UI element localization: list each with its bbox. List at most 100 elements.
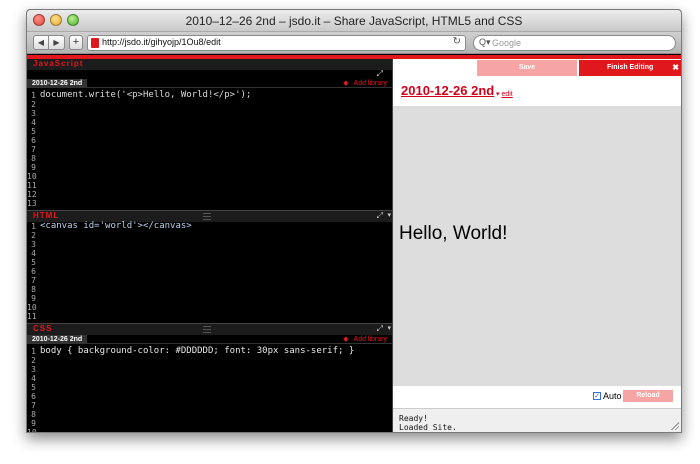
code-line[interactable]: 5 xyxy=(27,258,392,267)
add-library-link[interactable]: ◆ Add library xyxy=(343,79,387,88)
code-line[interactable]: 12 xyxy=(27,190,392,199)
line-number: 4 xyxy=(31,118,36,127)
add-bookmark-button[interactable]: + xyxy=(69,35,83,50)
code-line[interactable]: 2 xyxy=(27,100,392,109)
forward-button[interactable]: ▶ xyxy=(49,35,65,50)
reload-icon[interactable]: ↻ xyxy=(453,36,461,47)
preview-output: Hello, World! xyxy=(393,106,681,386)
code-line[interactable]: 11 xyxy=(27,181,392,190)
javascript-code-editor[interactable]: 1 document.write('<p>Hello, World!</p>');… xyxy=(27,91,392,209)
code-line[interactable]: 3 xyxy=(27,240,392,249)
resize-grip-icon[interactable] xyxy=(203,326,211,333)
search-field[interactable]: Q▾ Google xyxy=(473,35,676,51)
dropdown-arrow-icon: ▾ xyxy=(496,91,500,98)
code-line[interactable]: 6 xyxy=(27,392,392,401)
code-line[interactable]: 6 xyxy=(27,267,392,276)
code-line[interactable]: 8 xyxy=(27,154,392,163)
line-number: 1 xyxy=(31,222,36,231)
code-line[interactable]: 4 xyxy=(27,118,392,127)
code-line[interactable]: 2 xyxy=(27,231,392,240)
address-bar[interactable]: http://jsdo.it/gihyojp/1Ou8/edit ↻ xyxy=(87,35,466,51)
code-text: <canvas id='world'></canvas> xyxy=(40,221,192,231)
code-line[interactable]: 7 xyxy=(27,276,392,285)
auto-label: Auto xyxy=(603,391,622,401)
code-line[interactable]: 10 xyxy=(27,172,392,181)
code-line[interactable]: 1 body { background-color: #DDDDDD; font:… xyxy=(27,346,392,357)
code-line[interactable]: 10 xyxy=(27,303,392,312)
code-line[interactable]: 9 xyxy=(27,419,392,428)
preview-panel: Save Finish Editing ✖ 2010-12-26 2nd ▾ e… xyxy=(392,59,681,432)
finish-editing-label: Finish Editing xyxy=(607,64,654,71)
code-line[interactable]: 3 xyxy=(27,365,392,374)
code-line[interactable]: 1 <canvas id='world'></canvas> xyxy=(27,221,392,232)
code-line[interactable]: 9 xyxy=(27,294,392,303)
expand-icon[interactable]: ⤢ xyxy=(377,69,383,79)
screenshot-stage: 2010–12–26 2nd – jsdo.it – Share JavaScr… xyxy=(0,0,700,464)
window-resize-handle[interactable] xyxy=(670,421,679,430)
code-line[interactable]: 8 xyxy=(27,285,392,294)
browser-toolbar: ◀ ▶ + http://jsdo.it/gihyojp/1Ou8/edit ↻… xyxy=(27,32,681,54)
code-text: body { background-color: #DDDDDD; font: … xyxy=(40,346,355,356)
line-number: 3 xyxy=(31,109,36,118)
line-number: 5 xyxy=(31,383,36,392)
code-line[interactable]: 8 xyxy=(27,410,392,419)
close-icon[interactable]: ✖ xyxy=(672,60,679,76)
css-code-editor[interactable]: 1 body { background-color: #DDDDDD; font:… xyxy=(27,347,392,433)
reload-button[interactable]: Reload xyxy=(623,390,673,402)
html-code-editor[interactable]: 1 <canvas id='world'></canvas> 2 3 4 5 6 7 8 9 10 1… xyxy=(27,221,392,322)
code-line[interactable]: 2 xyxy=(27,356,392,365)
code-line[interactable]: 9 xyxy=(27,163,392,172)
code-line[interactable]: 10 xyxy=(27,428,392,432)
line-number: 6 xyxy=(31,392,36,401)
line-number: 7 xyxy=(31,276,36,285)
code-line[interactable]: 7 xyxy=(27,145,392,154)
finish-editing-button[interactable]: Finish Editing ✖ xyxy=(579,60,681,76)
html-pane-label: HTML xyxy=(33,211,60,220)
line-number: 10 xyxy=(27,172,37,181)
expand-icon[interactable]: ⤢ xyxy=(377,324,383,334)
css-pane: CSS ⤢ ▾ 2010-12-26 2nd ◆ Add library 1 bod… xyxy=(27,324,392,433)
line-number: 8 xyxy=(31,285,36,294)
code-line[interactable]: 1 document.write('<p>Hello, World!</p>'); xyxy=(27,91,392,101)
line-number: 9 xyxy=(31,294,36,303)
resize-grip-icon[interactable] xyxy=(203,213,211,220)
window-title: 2010–12–26 2nd – jsdo.it – Share JavaScr… xyxy=(185,14,523,28)
collapse-arrow-icon[interactable]: ▾ xyxy=(387,211,391,219)
line-number: 4 xyxy=(31,249,36,258)
auto-checkbox[interactable]: ✓ xyxy=(593,392,601,400)
line-number: 1 xyxy=(31,347,36,356)
edit-label: edit xyxy=(501,91,513,98)
css-file-tab[interactable]: 2010-12-26 2nd xyxy=(27,335,88,344)
line-number: 5 xyxy=(31,127,36,136)
add-library-label: Add library xyxy=(353,80,387,87)
code-title-link[interactable]: 2010-12-26 2nd xyxy=(401,83,494,98)
line-number: 11 xyxy=(27,181,37,190)
code-line[interactable]: 3 xyxy=(27,109,392,118)
code-line[interactable]: 5 xyxy=(27,383,392,392)
console-log: Ready! Loaded Site. xyxy=(393,408,681,432)
css-file-row: 2010-12-26 2nd ◆ Add library xyxy=(27,335,392,344)
collapse-arrow-icon[interactable]: ▾ xyxy=(387,324,391,332)
preview-output-text: Hello, World! xyxy=(399,223,508,244)
code-line[interactable]: 4 xyxy=(27,249,392,258)
javascript-file-tab[interactable]: 2010-12-26 2nd xyxy=(27,79,88,88)
line-number: 8 xyxy=(31,410,36,419)
code-line[interactable]: 4 xyxy=(27,374,392,383)
diamond-icon: ◆ xyxy=(343,336,349,343)
javascript-pane-label: JavaScript xyxy=(33,59,84,68)
code-line[interactable]: 13 xyxy=(27,199,392,208)
css-pane-header: CSS ⤢ ▾ xyxy=(27,324,392,335)
preview-actions: Save Finish Editing ✖ xyxy=(393,59,681,76)
editor-area: JavaScript ⤢ 2010-12-26 2nd ◆ Add library… xyxy=(27,59,392,433)
line-number: 13 xyxy=(27,199,37,208)
back-button[interactable]: ◀ xyxy=(33,35,49,50)
save-button[interactable]: Save xyxy=(477,60,577,76)
add-library-link[interactable]: ◆ Add library xyxy=(343,335,387,344)
code-line[interactable]: 6 xyxy=(27,136,392,145)
url-text[interactable]: http://jsdo.it/gihyojp/1Ou8/edit xyxy=(102,37,221,47)
expand-icon[interactable]: ⤢ xyxy=(377,211,383,221)
code-line[interactable]: 11 xyxy=(27,312,392,321)
code-line[interactable]: 5 xyxy=(27,127,392,136)
edit-title-link[interactable]: ▾ edit xyxy=(496,90,513,98)
code-line[interactable]: 7 xyxy=(27,401,392,410)
